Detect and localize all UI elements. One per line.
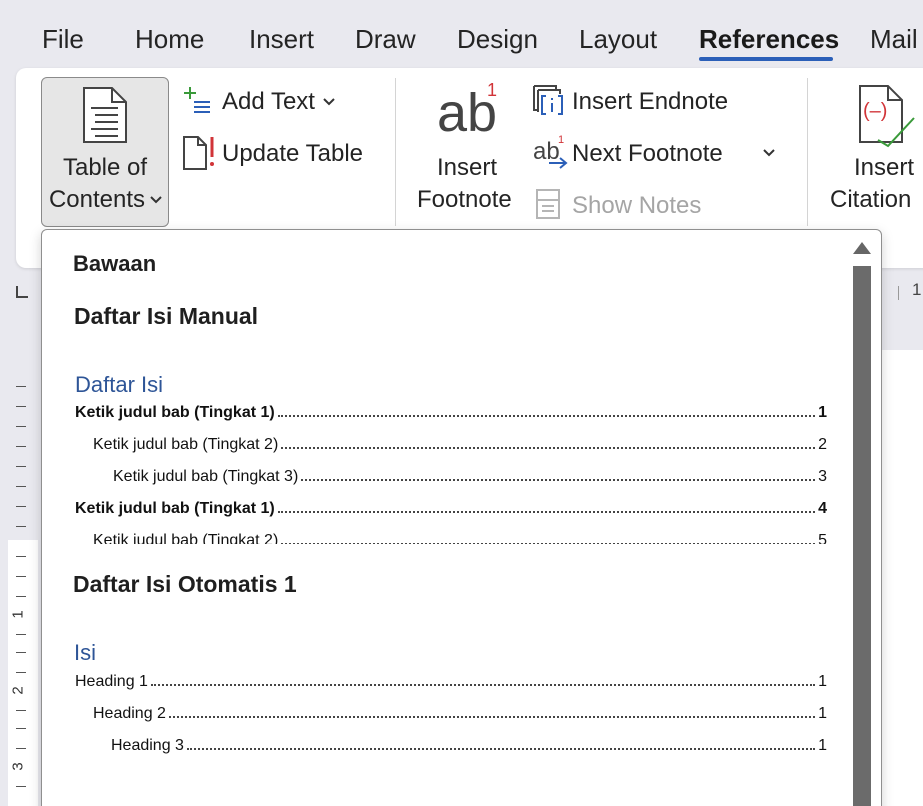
active-tab-indicator [699, 57, 833, 61]
tab-layout[interactable]: Layout [579, 24, 657, 55]
ruler-tick [16, 710, 26, 711]
update-table-icon [183, 136, 214, 170]
toc-preview-line: Ketik judul bab (Tingkat 2) 5 [93, 532, 827, 544]
ruler-tick [16, 596, 26, 597]
ruler-tick [16, 406, 26, 407]
tab-draw[interactable]: Draw [355, 24, 416, 55]
table-of-contents-icon [83, 87, 127, 143]
table-of-contents-gallery: Bawaan Daftar Isi Manual Daftar Isi Keti… [41, 229, 882, 806]
gallery-item-title: Daftar Isi Manual [74, 303, 259, 329]
tab-references[interactable]: References [699, 24, 839, 55]
toc-label-line2: Contents [48, 186, 146, 213]
insert-footnote-line2: Footnote [417, 186, 512, 213]
ruler-tick [16, 426, 26, 427]
ruler-tick [16, 576, 26, 577]
arrow-right-icon [549, 157, 568, 169]
citation-icon-text: (–) [863, 100, 888, 122]
ruler-tick [16, 556, 26, 557]
update-table-label: Update Table [222, 140, 363, 167]
add-text-label: Add Text [222, 88, 315, 115]
add-text-icon [184, 87, 210, 113]
tab-insert[interactable]: Insert [249, 24, 314, 55]
toc-preview-line: Heading 21 [93, 705, 827, 722]
toc-preview-heading: Daftar Isi [75, 372, 164, 397]
ruler-tick [16, 486, 26, 487]
toc-preview-line: Ketik judul bab (Tingkat 1) 4 [75, 500, 827, 517]
toc-preview-heading: Isi [74, 640, 96, 665]
toc-preview-line: Heading 31 [111, 737, 827, 754]
toc-preview-manual: Ketik judul bab (Tingkat 1) 1 Ketik judul… [72, 398, 842, 544]
scrollbar-thumb[interactable] [853, 266, 871, 806]
ruler-tick [16, 526, 26, 527]
ribbon-separator [395, 78, 396, 226]
scroll-up-arrow-icon[interactable] [853, 242, 871, 254]
insert-endnote-icon [533, 85, 563, 115]
ruler-tick [16, 386, 26, 387]
chevron-down-icon [150, 196, 162, 204]
ribbon-tabs: File Home Insert Draw Design Layout Refe… [0, 0, 923, 70]
ruler-number: 1 [9, 610, 27, 619]
tab-file[interactable]: File [42, 24, 84, 55]
insert-citation-line1: Insert [854, 154, 915, 181]
insert-footnote-line1: Insert [437, 154, 498, 181]
show-notes-label: Show Notes [572, 192, 702, 219]
next-footnote-label: Next Footnote [572, 140, 723, 167]
ruler-number: 1 [912, 280, 922, 299]
gallery-item-automatic-toc-1[interactable]: Daftar Isi Otomatis 1 Isi Heading 11 Hea… [42, 558, 842, 798]
gallery-section-label: Bawaan [73, 251, 157, 276]
tab-mailings[interactable]: Mail [870, 24, 918, 55]
tab-stop-selector[interactable] [16, 286, 28, 298]
ruler-tick [16, 446, 26, 447]
insert-endnote-label: Insert Endnote [572, 88, 729, 115]
document-page [882, 350, 923, 806]
tab-design[interactable]: Design [457, 24, 538, 55]
ruler-number: 2 [9, 686, 27, 695]
ruler-tick [16, 748, 26, 749]
toc-preview-line: Heading 11 [75, 673, 827, 690]
ruler-number: 3 [9, 762, 27, 771]
ruler-tick [16, 652, 26, 653]
ribbon-separator [807, 78, 808, 226]
toc-preview-line: Ketik judul bab (Tingkat 1) 1 [75, 404, 827, 421]
chevron-down-icon [323, 98, 335, 106]
next-footnote-superscript: 1 [558, 134, 565, 146]
table-of-contents-button[interactable]: Table of Contents [41, 77, 169, 227]
ruler-tick [16, 786, 26, 787]
footnote-superscript: 1 [487, 80, 498, 100]
toc-label-line1: Table of [62, 154, 148, 181]
insert-citation-line2: Citation [830, 186, 912, 213]
ruler-tick [16, 506, 26, 507]
tab-home[interactable]: Home [135, 24, 204, 55]
chevron-down-icon[interactable] [762, 148, 776, 158]
show-notes-icon [536, 189, 560, 219]
ruler-tick [16, 728, 26, 729]
gallery-item-title: Daftar Isi Otomatis 1 [73, 571, 297, 597]
toc-preview-line: Ketik judul bab (Tingkat 3) 3 [113, 468, 827, 485]
ruler-marker [898, 286, 899, 300]
ruler-tick [16, 634, 26, 635]
ruler-tick [16, 672, 26, 673]
ruler-tick [16, 466, 26, 467]
toc-preview-line: Ketik judul bab (Tingkat 2) 2 [93, 436, 827, 453]
